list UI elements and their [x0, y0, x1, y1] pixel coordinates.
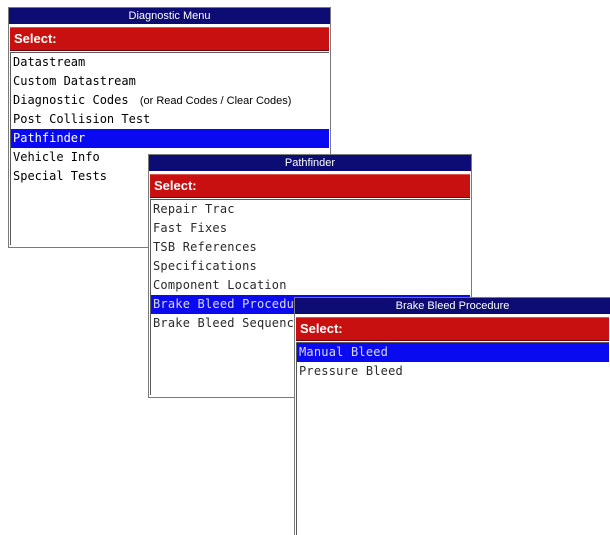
diagnostic-menu-select-header: Select: — [10, 27, 329, 51]
brake-bleed-window: Brake Bleed Procedure Select: Manual Ble… — [294, 297, 610, 535]
pathfinder-item-specifications[interactable]: Specifications — [151, 257, 470, 276]
menu-item-label: Manual Bleed — [299, 345, 389, 359]
pathfinder-select-header: Select: — [150, 174, 470, 198]
pathfinder-title: Pathfinder — [149, 155, 471, 171]
brake-bleed-list: Manual Bleed Pressure Bleed — [296, 342, 609, 535]
diagnostic-menu-title: Diagnostic Menu — [9, 8, 330, 24]
pathfinder-item-repair-trac[interactable]: Repair Trac — [151, 200, 470, 219]
menu-item-label: Component Location — [153, 278, 287, 292]
menu-item-label: Pathfinder — [13, 131, 86, 145]
brake-bleed-item-pressure-bleed[interactable]: Pressure Bleed — [297, 362, 609, 381]
menu-item-label: TSB References — [153, 240, 257, 254]
pathfinder-item-fast-fixes[interactable]: Fast Fixes — [151, 219, 470, 238]
pathfinder-item-tsb-references[interactable]: TSB References — [151, 238, 470, 257]
menu-item-pathfinder[interactable]: Pathfinder — [11, 129, 329, 148]
menu-item-label: Pressure Bleed — [299, 364, 403, 378]
menu-item-label: Diagnostic Codes — [13, 93, 129, 107]
menu-item-custom-datastream[interactable]: Custom Datastream — [11, 72, 329, 91]
menu-item-label: Fast Fixes — [153, 221, 228, 235]
menu-item-label: Special Tests — [13, 169, 107, 183]
menu-item-label: Datastream — [13, 55, 86, 69]
menu-item-label: Brake Bleed Procedure — [153, 297, 309, 311]
menu-item-label: Repair Trac — [153, 202, 235, 216]
menu-item-label: Post Collision Test — [13, 112, 151, 126]
menu-item-label: Vehicle Info — [13, 150, 100, 164]
pathfinder-item-component-location[interactable]: Component Location — [151, 276, 470, 295]
menu-item-post-collision-test[interactable]: Post Collision Test — [11, 110, 329, 129]
menu-item-label: Custom Datastream — [13, 74, 136, 88]
brake-bleed-title: Brake Bleed Procedure — [295, 298, 610, 314]
brake-bleed-item-manual-bleed[interactable]: Manual Bleed — [297, 343, 609, 362]
menu-item-datastream[interactable]: Datastream — [11, 53, 329, 72]
menu-item-diagnostic-codes[interactable]: Diagnostic Codes (or Read Codes / Clear … — [11, 91, 329, 110]
menu-item-note: (or Read Codes / Clear Codes) — [139, 95, 292, 107]
brake-bleed-select-header: Select: — [296, 317, 609, 341]
menu-item-label: Specifications — [153, 259, 257, 273]
menu-item-label: Brake Bleed Sequence — [153, 316, 302, 330]
